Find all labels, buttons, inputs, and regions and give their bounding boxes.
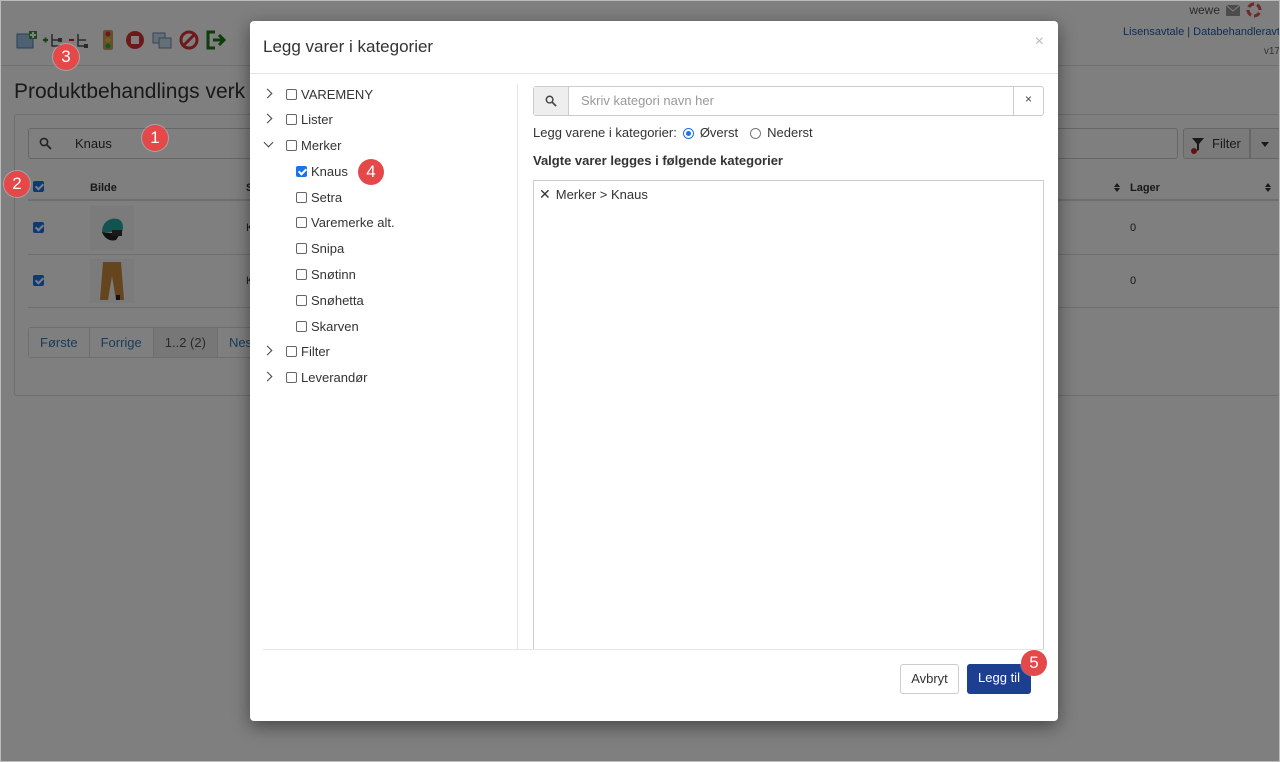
screenshot-frame — [0, 0, 1280, 762]
